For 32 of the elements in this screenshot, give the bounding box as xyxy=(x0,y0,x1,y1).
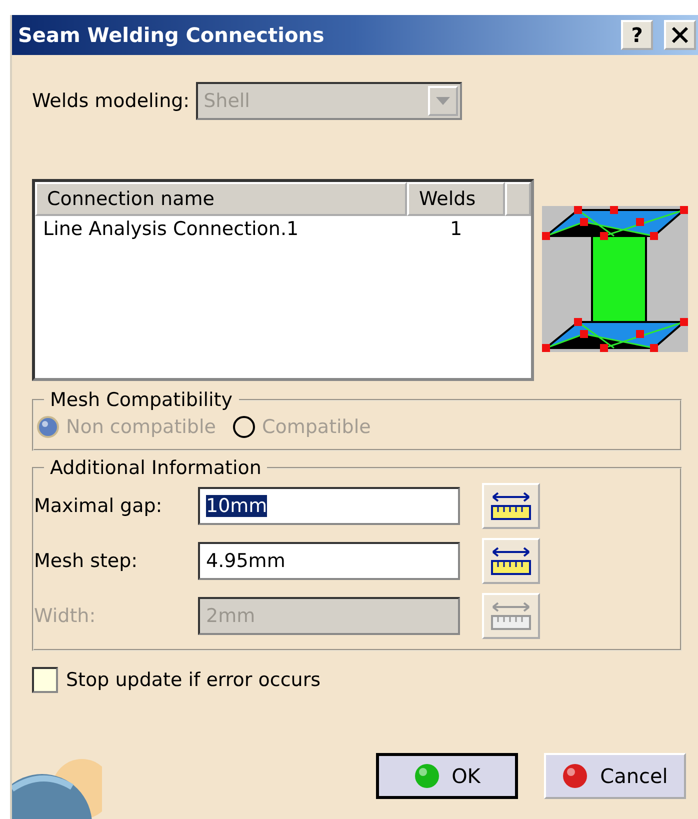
table-row[interactable]: Line Analysis Connection.1 1 xyxy=(35,216,531,242)
ok-button[interactable]: OK xyxy=(376,753,518,799)
measure-button[interactable] xyxy=(482,538,540,584)
confirm-ball-icon xyxy=(414,763,440,789)
cancel-ball-icon xyxy=(562,763,588,789)
column-header[interactable]: Welds xyxy=(407,182,505,216)
window-title: Seam Welding Connections xyxy=(18,23,324,47)
table-cell-text: 1 xyxy=(448,217,464,242)
column-header[interactable]: Connection name xyxy=(35,182,407,216)
checkbox-label: Stop update if error occurs xyxy=(66,669,321,691)
input-field[interactable]: 4.95mm xyxy=(198,542,460,580)
field-value: 4.95mm xyxy=(206,550,286,572)
group-title: Additional Information xyxy=(49,457,262,479)
cancel-button[interactable]: Cancel xyxy=(544,753,686,799)
radio-label: Compatible xyxy=(262,416,371,438)
table-cell-text: Line Analysis Connection.1 xyxy=(42,217,300,242)
field-label: Width: xyxy=(34,605,97,627)
help-button[interactable]: ? xyxy=(621,20,653,50)
close-icon xyxy=(671,26,689,44)
radio-label: Non compatible xyxy=(66,416,216,438)
field-value: 2mm xyxy=(206,605,256,627)
column-header xyxy=(505,182,531,216)
field-value: 10mm xyxy=(206,495,268,517)
dropdown-arrow-icon xyxy=(436,97,450,105)
checkbox[interactable] xyxy=(32,667,58,693)
measure-button[interactable] xyxy=(482,483,540,529)
close-button[interactable] xyxy=(664,20,696,50)
field-label: Mesh step: xyxy=(34,550,139,572)
input-field[interactable]: 10mm xyxy=(198,487,460,525)
group-title: Mesh Compatibility xyxy=(49,389,234,411)
field-label: Maximal gap: xyxy=(34,495,164,517)
field-label: Welds modeling: xyxy=(32,90,190,112)
